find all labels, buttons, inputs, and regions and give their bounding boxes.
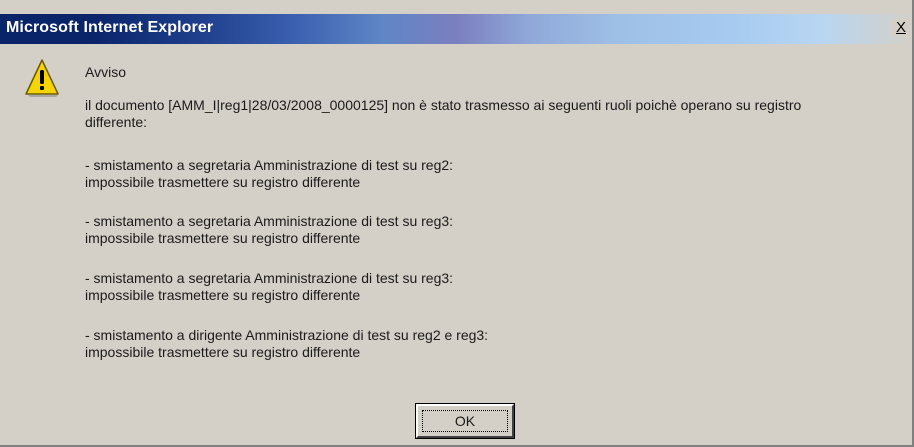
message-heading: Avviso bbox=[85, 64, 126, 80]
window-title: Microsoft Internet Explorer bbox=[6, 19, 214, 36]
title-bar[interactable]: Microsoft Internet Explorer X bbox=[0, 14, 912, 44]
warning-icon bbox=[25, 59, 59, 97]
ok-button-label: OK bbox=[454, 413, 476, 429]
message-item: - smistamento a segretaria Amministrazio… bbox=[85, 157, 454, 190]
message-intro: il documento [AMM_I|reg1|28/03/2008_0000… bbox=[85, 97, 802, 130]
message-item: - smistamento a segretaria Amministrazio… bbox=[85, 213, 454, 246]
message-item: - smistamento a dirigente Amministrazion… bbox=[85, 327, 489, 360]
close-button[interactable]: X bbox=[892, 19, 910, 37]
alert-dialog: Microsoft Internet Explorer X Avviso il … bbox=[0, 0, 914, 447]
ok-button[interactable]: OK bbox=[415, 403, 515, 439]
message-item: - smistamento a segretaria Amministrazio… bbox=[85, 270, 454, 303]
